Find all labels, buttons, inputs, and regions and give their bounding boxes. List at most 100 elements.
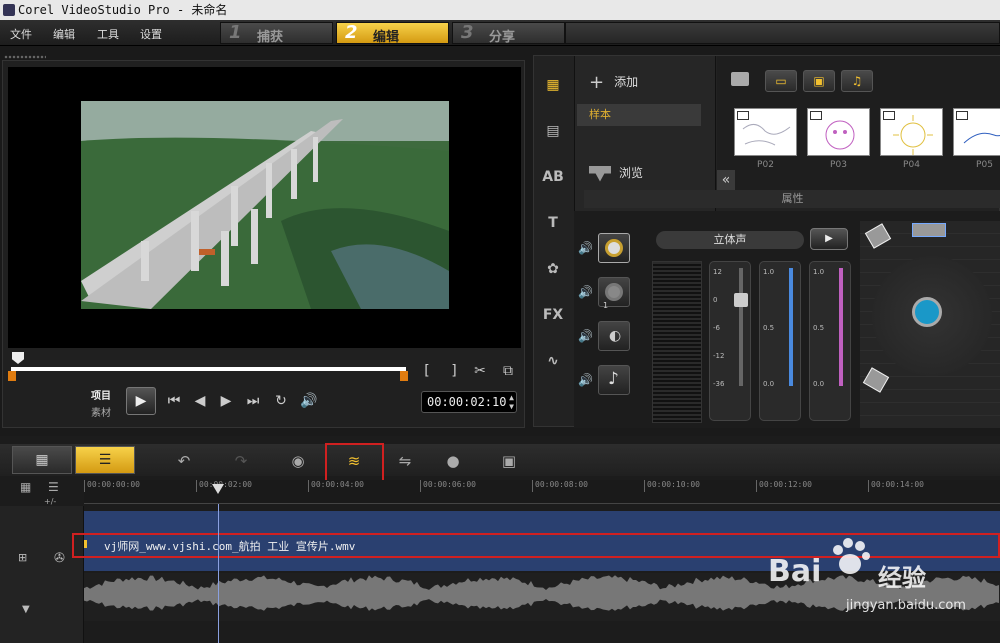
tab-strip-filler (565, 22, 1000, 44)
fader-knob[interactable] (734, 293, 748, 307)
add-folder-button[interactable]: + 添加 (589, 72, 638, 93)
end-icon[interactable]: ⏭ (243, 391, 263, 411)
properties-header[interactable]: 属性 (584, 190, 1000, 208)
panner-center-handle[interactable] (912, 297, 942, 327)
mode-index: 1 (603, 301, 609, 310)
undo-icon[interactable]: ↶ (172, 450, 196, 472)
filter-icon[interactable]: FX (538, 302, 568, 328)
video-track-icon[interactable]: ⊞ (18, 551, 27, 564)
stereo-mode-button[interactable] (598, 233, 630, 263)
reel-icon (605, 283, 623, 301)
scissors-icon[interactable]: ✂ (470, 361, 490, 381)
auto-music-icon[interactable]: ⇋ (393, 450, 417, 472)
speaker-rear-left-icon (862, 367, 890, 393)
clip-attribute-icon[interactable]: ✇ (54, 551, 65, 566)
timecode-spinner[interactable]: ▲ ▼ (509, 393, 514, 411)
thumbnail[interactable] (880, 108, 943, 156)
graphic-icon[interactable]: ✿ (538, 256, 568, 282)
library-item-sample[interactable]: 样本 (577, 104, 701, 126)
baidu-watermark: Bai 经验 jingyan.baidu.com (768, 538, 1000, 643)
show-video-button[interactable]: ▭ (765, 70, 797, 92)
video-frame (81, 101, 449, 309)
stereo-label: 立体声 (656, 231, 804, 249)
stereo-play-button[interactable]: ▶ (810, 228, 848, 250)
fader-scale-label: 12 (713, 268, 722, 276)
path-icon[interactable]: ∿ (538, 348, 568, 374)
mode-clip-label[interactable]: 素材 (91, 404, 111, 419)
record-capture-icon[interactable]: ◉ (286, 450, 310, 472)
tab-edit[interactable]: 2 编辑 (336, 22, 449, 45)
play-button[interactable]: ▶ (126, 387, 156, 415)
mark-out-button[interactable]: ] (444, 361, 464, 381)
music-note-icon: ♪ (608, 369, 619, 389)
volume-fader[interactable]: 12 0 -6 -12 -36 (709, 261, 751, 421)
transition-icon[interactable]: AB (538, 164, 568, 190)
scrub-bar[interactable] (11, 367, 406, 371)
home-icon[interactable]: ⏮ (164, 391, 184, 411)
library-folders: + 添加 样本 浏览 (574, 56, 716, 211)
speaker-icon[interactable]: 🔊 (578, 241, 593, 255)
folder-icon[interactable] (731, 72, 749, 86)
subtitle-editor-icon[interactable]: ▣ (497, 450, 521, 472)
title-bar: Corel VideoStudio Pro - 未命名 (0, 0, 1000, 20)
timecode-display[interactable]: 00:00:02:10 ▲ ▼ (421, 391, 517, 413)
thumbnail-label: P03 (830, 160, 847, 170)
title-icon[interactable]: T (538, 210, 568, 236)
enlarge-icon[interactable]: ⧉ (498, 361, 518, 381)
reel-icon (605, 239, 623, 257)
front-fader[interactable]: 1.0 0.5 0.0 (759, 261, 801, 421)
timecode-value: 00:00:02:10 (427, 395, 507, 409)
track-manager-icon[interactable]: ▦ (20, 480, 31, 494)
video-badge-icon (737, 111, 749, 120)
menu-tools[interactable]: 工具 (97, 26, 119, 42)
fader-track (739, 268, 743, 386)
browse-button[interactable]: 浏览 (589, 164, 643, 182)
plus-icon: + (589, 72, 605, 93)
trim-end-marker[interactable] (400, 371, 408, 381)
menu-file[interactable]: 文件 (10, 26, 32, 42)
storyboard-view-button[interactable]: ▦ (12, 446, 72, 474)
media-icon[interactable]: ▦ (538, 72, 568, 98)
thumbnail[interactable] (807, 108, 870, 156)
expand-down-icon[interactable]: ▼ (22, 604, 30, 615)
menu-settings[interactable]: 设置 (140, 26, 162, 42)
trim-start-marker[interactable] (8, 371, 16, 381)
thumbnail[interactable] (953, 108, 1000, 156)
time-ruler[interactable]: 00:00:00:00 00:00:02:00 00:00:04:00 00:0… (84, 480, 1000, 504)
thumbnail-label: P02 (757, 160, 774, 170)
collapse-options-button[interactable]: « (717, 170, 735, 190)
mode-project-label[interactable]: 项目 (91, 387, 111, 402)
tab-share[interactable]: 3 分享 (452, 22, 565, 45)
mark-in-button[interactable]: [ (417, 361, 437, 381)
voice-mode-button[interactable]: ◐ (598, 321, 630, 351)
zoom-control[interactable]: +/- (44, 497, 56, 506)
preview-screen (8, 67, 521, 348)
vu-meter (652, 261, 702, 423)
speaker-icon[interactable]: 🔊 (578, 373, 593, 387)
show-photo-button[interactable]: ▣ (803, 70, 835, 92)
panel-grip[interactable] (4, 55, 46, 59)
clip-name[interactable]: vj师网_www.vjshi.com_航拍 工业 宣传片.wmv (104, 538, 355, 554)
show-audio-button[interactable]: ♫ (841, 70, 873, 92)
speaker-icon[interactable]: 🔊 (578, 285, 593, 299)
fader-scale-label: -6 (713, 324, 720, 332)
repeat-icon[interactable]: ↻ (271, 391, 291, 411)
timeline-view-button[interactable]: ☰ (75, 446, 135, 474)
surround-panner[interactable] (860, 221, 1000, 428)
ruler-tick: 00:00:02:00 (196, 480, 252, 492)
motion-tracking-icon[interactable]: ● (441, 450, 465, 472)
instant-project-icon[interactable]: ▤ (538, 118, 568, 144)
tab-capture[interactable]: 1 捕获 (220, 22, 333, 45)
speaker-icon[interactable]: 🔊 (578, 329, 593, 343)
playhead-line[interactable] (218, 504, 219, 643)
next-frame-icon[interactable]: ▶ (216, 391, 236, 411)
list-icon[interactable]: ☰ (48, 480, 59, 494)
scrubber-handle[interactable] (12, 352, 24, 364)
menu-edit[interactable]: 编辑 (53, 26, 75, 42)
previous-frame-icon[interactable]: ◀ (190, 391, 210, 411)
redo-icon[interactable]: ↷ (229, 450, 253, 472)
thumbnail[interactable] (734, 108, 797, 156)
music-mode-button[interactable]: ♪ (598, 365, 630, 395)
rear-fader[interactable]: 1.0 0.5 0.0 (809, 261, 851, 421)
volume-icon[interactable]: 🔊 (299, 391, 319, 411)
